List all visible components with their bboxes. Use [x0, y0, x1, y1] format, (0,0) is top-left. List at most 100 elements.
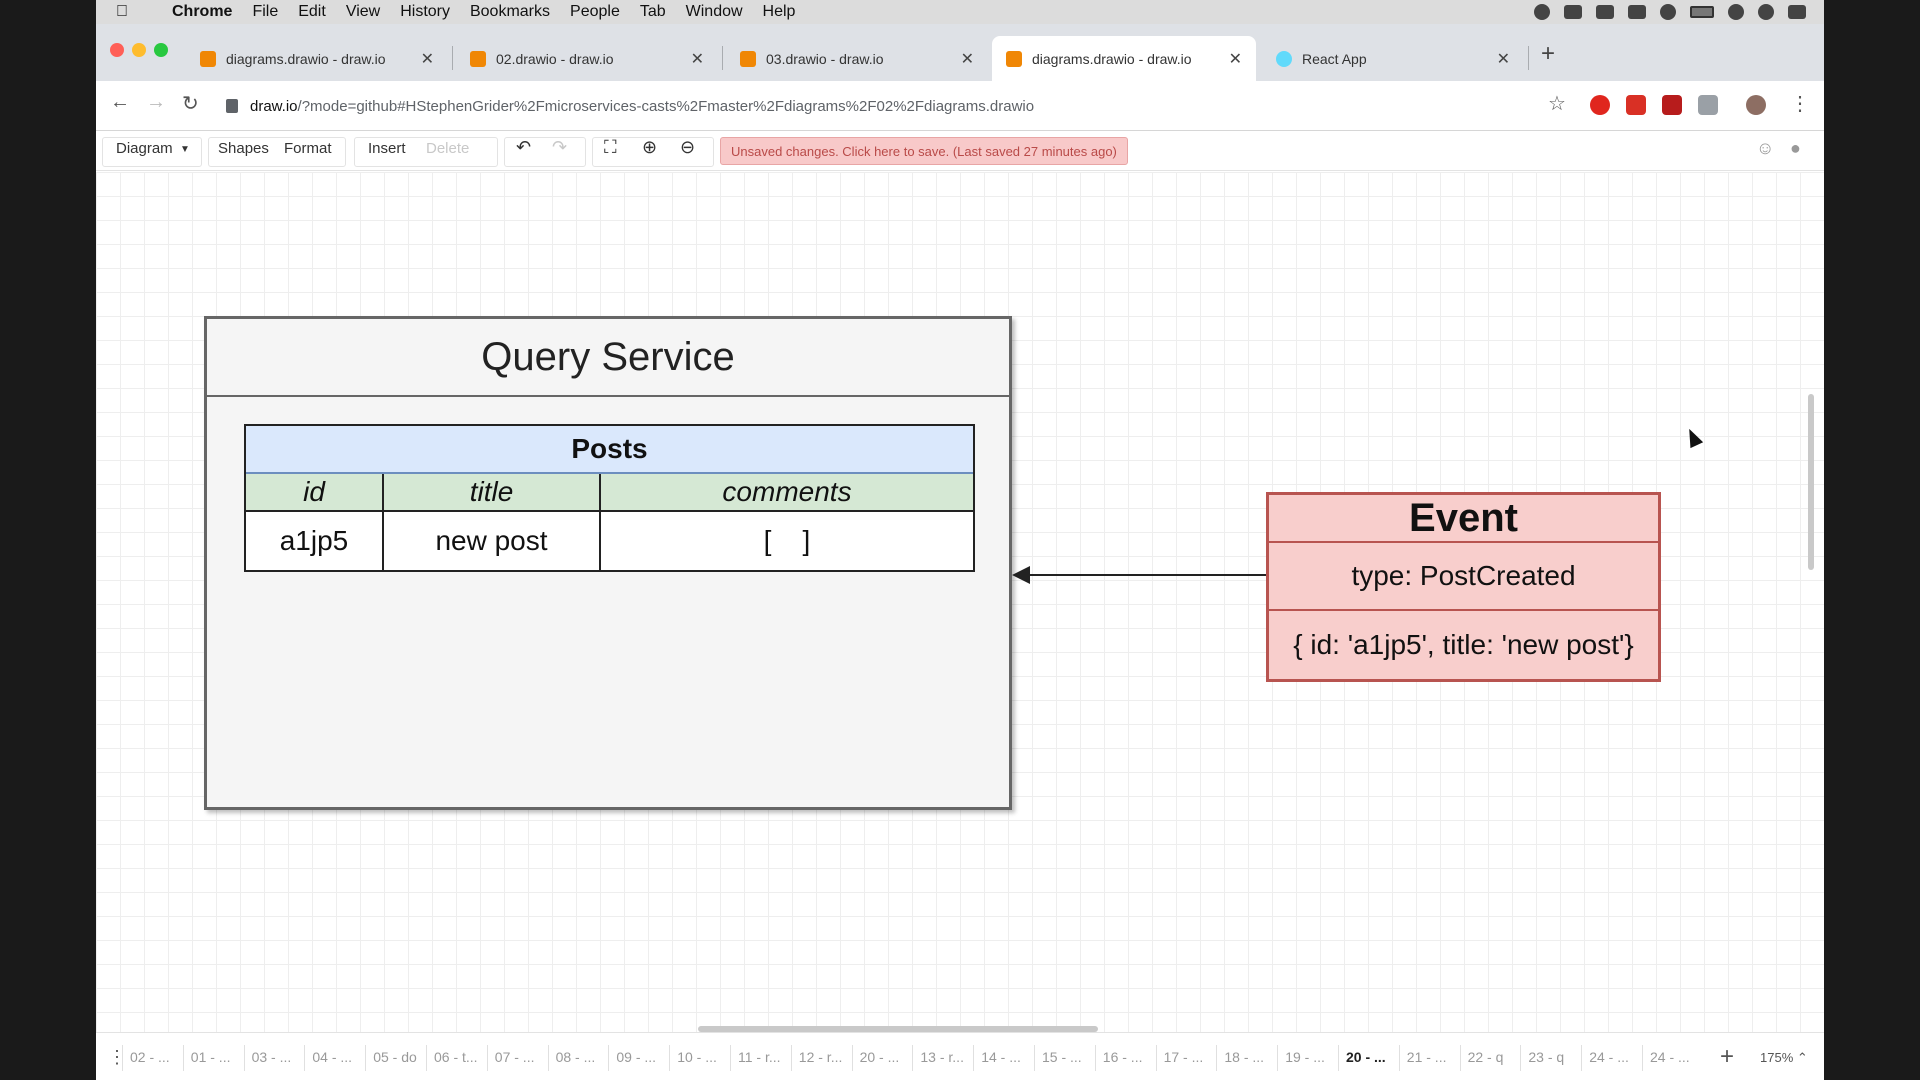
address-bar[interactable]: draw.io/?mode=github#HStephenGrider%2Fmi… — [226, 88, 1566, 124]
posts-table-title[interactable]: Posts — [246, 426, 973, 474]
browser-tab[interactable]: 03.drawio - draw.io ✕ — [726, 36, 988, 81]
browser-tab[interactable]: diagrams.drawio - draw.io ✕ — [186, 36, 448, 81]
forward-icon[interactable]: → — [146, 91, 166, 114]
page-tab[interactable]: 13 - r... — [920, 1049, 964, 1065]
browser-tab[interactable]: React App ✕ — [1262, 36, 1524, 81]
query-service-title[interactable]: Query Service — [207, 319, 1009, 397]
page-tab[interactable]: 24 - ... — [1650, 1049, 1690, 1065]
menu-edit[interactable]: Edit — [298, 3, 326, 21]
menu-app-name[interactable]: Chrome — [172, 3, 232, 21]
zoom-level[interactable]: 175% ⌃ — [1760, 1050, 1808, 1066]
browser-tab[interactable]: 02.drawio - draw.io ✕ — [456, 36, 718, 81]
cloud-icon[interactable] — [1628, 5, 1646, 19]
new-tab-button[interactable]: + — [1541, 40, 1555, 68]
page-tab[interactable]: 21 - ... — [1407, 1049, 1447, 1065]
page-tab[interactable]: 22 - q — [1468, 1049, 1504, 1065]
redo-icon[interactable]: ↷ — [552, 137, 567, 158]
siri-icon[interactable] — [1758, 4, 1774, 20]
page-tab[interactable]: 15 - ... — [1042, 1049, 1082, 1065]
chrome-menu-icon[interactable]: ⋮ — [1790, 91, 1810, 116]
cell-id[interactable]: a1jp5 — [246, 512, 384, 570]
glasses-icon[interactable] — [1564, 5, 1582, 19]
close-tab-icon[interactable]: ✕ — [691, 49, 704, 69]
column-header-comments[interactable]: comments — [601, 474, 973, 510]
page-tab[interactable]: 08 - ... — [556, 1049, 596, 1065]
menu-window[interactable]: Window — [686, 3, 743, 21]
posts-table[interactable]: Posts id title comments a1jp5 new post [… — [244, 424, 975, 572]
page-tab[interactable]: 17 - ... — [1164, 1049, 1204, 1065]
insert-button[interactable]: Insert — [368, 140, 406, 157]
menu-bookmarks[interactable]: Bookmarks — [470, 3, 550, 21]
page-tab[interactable]: 18 - ... — [1224, 1049, 1264, 1065]
lock-icon[interactable] — [226, 99, 238, 113]
page-tab[interactable]: 20 - ... — [1346, 1049, 1386, 1065]
page-tab[interactable]: 10 - ... — [677, 1049, 717, 1065]
page-tab[interactable]: 12 - r... — [799, 1049, 843, 1065]
wifi-icon[interactable] — [1660, 4, 1676, 20]
page-tab[interactable]: 06 - t... — [434, 1049, 478, 1065]
menu-history[interactable]: History — [400, 3, 450, 21]
user-icon[interactable]: ☺ — [1756, 138, 1774, 159]
page-tab[interactable]: 20 - ... — [860, 1049, 900, 1065]
page-tab[interactable]: 19 - ... — [1285, 1049, 1325, 1065]
event-data[interactable]: { id: 'a1jp5', title: 'new post'} — [1269, 611, 1658, 679]
apple-icon[interactable]:  — [116, 3, 144, 21]
menu-view[interactable]: View — [346, 3, 380, 21]
undo-icon[interactable]: ↶ — [516, 137, 531, 158]
zoom-in-icon[interactable]: ⊕ — [642, 137, 657, 158]
shapes-button[interactable]: Shapes — [218, 140, 269, 157]
zoom-out-icon[interactable]: ⊖ — [680, 137, 695, 158]
column-header-title[interactable]: title — [384, 474, 601, 510]
page-tab[interactable]: 01 - ... — [191, 1049, 231, 1065]
format-button[interactable]: Format — [284, 140, 332, 157]
page-tab[interactable]: 05 - do — [373, 1049, 417, 1065]
reload-icon[interactable]: ↻ — [182, 91, 199, 116]
minimize-window-button[interactable] — [132, 43, 146, 57]
close-tab-icon[interactable]: ✕ — [1497, 49, 1510, 69]
notification-center-icon[interactable] — [1788, 5, 1806, 19]
menu-people[interactable]: People — [570, 3, 620, 21]
app-tray-icon[interactable] — [1534, 4, 1550, 20]
query-service-box[interactable]: Query Service Posts id title comments a1… — [204, 316, 1012, 810]
cell-title[interactable]: new post — [384, 512, 601, 570]
pages-menu-icon[interactable]: ⋮ — [108, 1047, 126, 1068]
page-tab[interactable]: 03 - ... — [252, 1049, 292, 1065]
extension-icon[interactable] — [1698, 95, 1718, 115]
fit-page-icon[interactable]: ⛶ — [604, 137, 617, 158]
docker-icon[interactable] — [1596, 5, 1614, 19]
page-tab[interactable]: 07 - ... — [495, 1049, 535, 1065]
close-tab-icon[interactable]: ✕ — [421, 49, 434, 69]
zoom-window-button[interactable] — [154, 43, 168, 57]
page-tab[interactable]: 09 - ... — [616, 1049, 656, 1065]
opera-extension-icon[interactable] — [1590, 95, 1610, 115]
diagram-menu-button[interactable]: Diagram — [116, 140, 173, 157]
delete-button[interactable]: Delete — [426, 140, 469, 157]
page-tab[interactable]: 11 - r... — [738, 1049, 781, 1065]
page-tab[interactable]: 14 - ... — [981, 1049, 1021, 1065]
close-tab-icon[interactable]: ✕ — [961, 49, 974, 69]
event-title[interactable]: Event — [1269, 495, 1658, 543]
page-tab[interactable]: 23 - q — [1528, 1049, 1564, 1065]
menu-help[interactable]: Help — [763, 3, 796, 21]
page-tab[interactable]: 16 - ... — [1103, 1049, 1143, 1065]
diagram-canvas[interactable]: Query Service Posts id title comments a1… — [96, 172, 1824, 1032]
menu-tab[interactable]: Tab — [640, 3, 666, 21]
page-tab[interactable]: 24 - ... — [1589, 1049, 1629, 1065]
add-page-button[interactable]: + — [1720, 1043, 1734, 1071]
language-globe-icon[interactable]: ● — [1790, 138, 1801, 159]
page-tab[interactable]: 02 - ... — [130, 1049, 170, 1065]
event-box[interactable]: Event type: PostCreated { id: 'a1jp5', t… — [1266, 492, 1661, 682]
unsaved-changes-banner[interactable]: Unsaved changes. Click here to save. (La… — [720, 137, 1128, 165]
close-window-button[interactable] — [110, 43, 124, 57]
event-type[interactable]: type: PostCreated — [1269, 543, 1658, 611]
close-tab-icon[interactable]: ✕ — [1229, 49, 1242, 69]
spotlight-search-icon[interactable] — [1728, 4, 1744, 20]
cell-comments[interactable]: [ ] — [601, 512, 973, 570]
column-header-id[interactable]: id — [246, 474, 384, 510]
extension-icon[interactable] — [1626, 95, 1646, 115]
battery-icon[interactable] — [1690, 6, 1714, 18]
vertical-scrollbar[interactable] — [1808, 394, 1814, 570]
back-icon[interactable]: ← — [110, 91, 130, 114]
extension-icon[interactable] — [1662, 95, 1682, 115]
menu-file[interactable]: File — [252, 3, 278, 21]
